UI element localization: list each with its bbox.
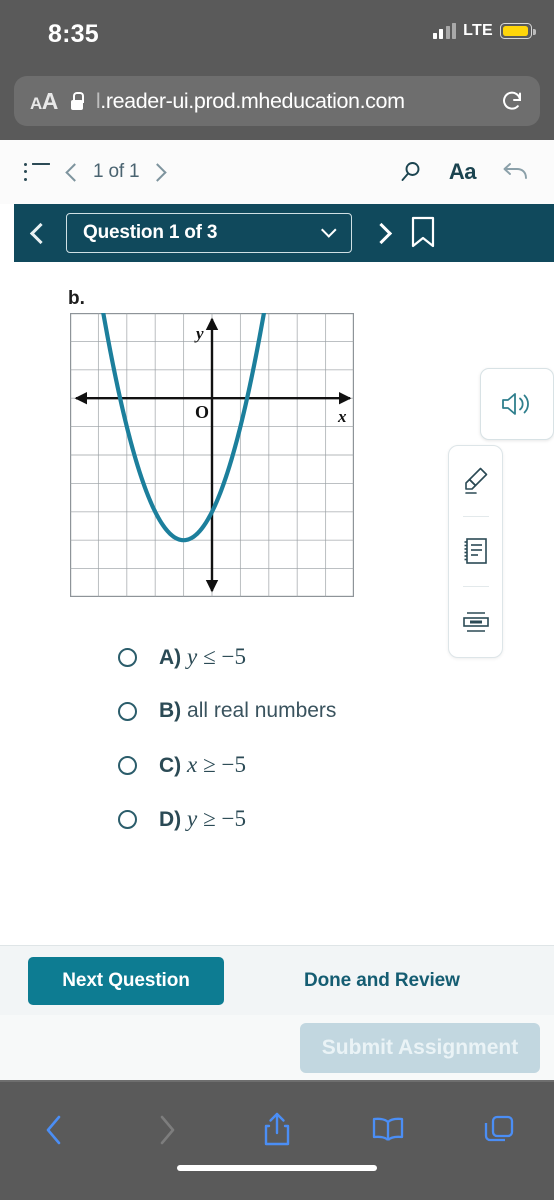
share-icon — [264, 1112, 290, 1146]
radio-button-b[interactable] — [118, 701, 137, 721]
svg-text:y: y — [194, 324, 204, 343]
highlighter-pen-icon — [464, 467, 487, 494]
parabola-graph: y x O — [70, 250, 354, 602]
chevron-left-icon — [29, 222, 51, 244]
radio-button-c[interactable] — [118, 755, 137, 775]
annotation-tool-palette — [448, 445, 503, 658]
address-bar[interactable]: AA l.reader-ui.prod.mheducation.com — [14, 76, 540, 126]
page-count-label: 1 of 1 — [93, 161, 140, 182]
answer-choice-d-text: D) y ≥ −5 — [159, 806, 246, 832]
choice-operator: ≥ — [203, 806, 216, 831]
choice-letter: D) — [159, 808, 182, 831]
cellular-signal-icon — [432, 23, 457, 39]
back-chevron-icon — [47, 1115, 61, 1145]
page-zoom-button[interactable]: AA — [30, 88, 58, 115]
tabs-icon — [484, 1115, 513, 1142]
chevron-left-icon[interactable] — [65, 162, 84, 182]
choice-letter: B) — [159, 699, 182, 722]
next-question-button[interactable] — [352, 222, 410, 244]
forward-chevron-icon — [160, 1115, 175, 1145]
answer-choice-c-text: C) x ≥ −5 — [159, 752, 246, 778]
chevron-right-icon — [370, 222, 392, 244]
chevron-right-icon[interactable] — [148, 162, 168, 182]
notes-icon — [464, 538, 487, 565]
status-indicators: LTE — [432, 22, 536, 40]
highlighter-tool-button[interactable] — [449, 446, 502, 516]
home-indicator — [177, 1165, 377, 1171]
choice-variable: x — [187, 752, 198, 777]
network-type-label: LTE — [463, 22, 493, 39]
question-nav-bar: Question 1 of 3 — [14, 204, 554, 262]
notes-tool-button[interactable] — [449, 517, 502, 587]
bookmark-icon[interactable] — [410, 216, 436, 250]
question-selector[interactable]: Question 1 of 3 — [66, 213, 352, 253]
reader-toolbar: 1 of 1 Aa — [0, 140, 554, 204]
text-strip-icon — [462, 612, 489, 632]
choice-variable: y — [187, 644, 198, 669]
submit-row: Submit Assignment — [0, 1015, 554, 1080]
svg-text:x: x — [337, 407, 347, 426]
ios-status-bar: 8:35 LTE — [0, 0, 554, 66]
tabs-button[interactable] — [443, 1115, 554, 1145]
back-arrow-icon[interactable] — [502, 162, 528, 182]
web-page-content: 1 of 1 Aa Question 1 of 3 b. y x O A) y … — [0, 140, 554, 1080]
chevron-down-icon — [321, 221, 337, 238]
share-button[interactable] — [222, 1112, 333, 1148]
url-domain: .reader-ui.prod.mheducation.com — [100, 88, 405, 113]
choice-variable: y — [187, 806, 198, 831]
search-icon[interactable] — [399, 160, 423, 184]
submit-assignment-button[interactable]: Submit Assignment — [300, 1023, 540, 1073]
answer-choice-b[interactable]: B) all real numbers — [0, 684, 554, 738]
choice-operator: ≥ — [203, 752, 216, 777]
url-text[interactable]: l.reader-ui.prod.mheducation.com — [96, 89, 488, 114]
question-selector-label: Question 1 of 3 — [83, 222, 218, 243]
bookmarks-button[interactable] — [332, 1116, 443, 1144]
answer-choice-c[interactable]: C) x ≥ −5 — [0, 738, 554, 792]
browser-forward-button[interactable] — [111, 1113, 222, 1147]
answer-choice-a-text: A) y ≤ −5 — [159, 644, 246, 670]
text-size-button[interactable]: Aa — [449, 159, 477, 185]
speaker-audio-icon — [502, 393, 529, 415]
graph-svg: y x O — [70, 250, 354, 597]
next-question-button[interactable]: Next Question — [28, 956, 224, 1005]
choice-operator: ≤ — [203, 644, 216, 669]
answer-choice-b-text: B) all real numbers — [159, 699, 336, 723]
battery-low-power-icon — [500, 23, 536, 39]
status-time: 8:35 — [48, 20, 99, 48]
text-strip-tool-button[interactable] — [449, 587, 502, 657]
phone-screen: 8:35 LTE AA l.reader-ui.prod.mheducation… — [0, 0, 554, 1200]
read-aloud-button[interactable] — [480, 368, 554, 440]
choice-plain-text: all real numbers — [187, 699, 337, 722]
question-footer-actions: Next Question Done and Review — [0, 945, 554, 1015]
list-contents-icon[interactable] — [24, 162, 50, 181]
svg-text:O: O — [195, 402, 209, 422]
divider — [0, 1080, 554, 1082]
prev-question-button[interactable] — [14, 222, 66, 244]
done-and-review-button[interactable]: Done and Review — [304, 970, 460, 992]
choice-value: −5 — [221, 752, 247, 777]
choice-letter: A) — [159, 646, 182, 669]
page-navigation: 1 of 1 — [65, 161, 168, 183]
browser-back-button[interactable] — [0, 1113, 111, 1147]
safari-bottom-toolbar — [0, 1080, 554, 1200]
choice-value: −5 — [221, 806, 247, 831]
answer-choice-d[interactable]: D) y ≥ −5 — [0, 792, 554, 846]
radio-button-d[interactable] — [118, 809, 137, 829]
lock-icon — [70, 92, 85, 110]
question-part-label: b. — [68, 288, 85, 309]
book-icon — [372, 1117, 403, 1141]
reload-icon[interactable] — [500, 89, 524, 113]
choice-value: −5 — [221, 644, 247, 669]
answer-choice-list: A) y ≤ −5 B) all real numbers C) x ≥ −5 … — [0, 630, 554, 846]
radio-button-a[interactable] — [118, 647, 137, 667]
choice-letter: C) — [159, 754, 182, 777]
